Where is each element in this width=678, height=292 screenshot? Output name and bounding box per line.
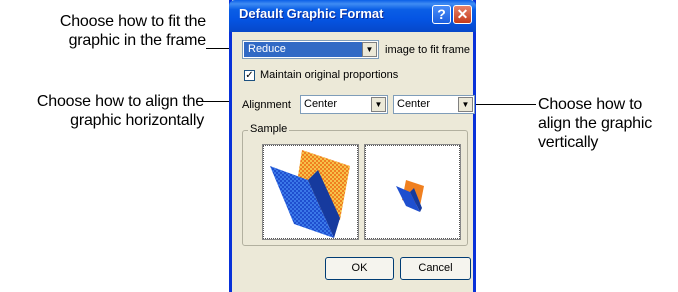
callout-vertical-line1: Choose how to	[538, 96, 643, 113]
checkmark-icon: ✓	[245, 70, 254, 81]
help-button[interactable]: ?	[432, 5, 451, 24]
maintain-proportions-checkbox[interactable]: ✓	[244, 70, 255, 81]
cancel-button[interactable]: Cancel	[400, 257, 471, 280]
fit-suffix-label: image to fit frame	[385, 44, 470, 56]
chevron-down-icon[interactable]: ▼	[458, 97, 473, 112]
callout-fit-line1: Choose how to fit the	[59, 13, 206, 30]
ok-button[interactable]: OK	[325, 257, 394, 280]
folder-large-icon	[270, 150, 350, 238]
callout-horizontal-line1: Choose how to align the	[36, 93, 204, 110]
callout-vertical: Choose how to align the graphic vertical…	[538, 95, 678, 152]
align-horizontal-value: Center	[304, 98, 338, 110]
close-button[interactable]: ✕	[453, 5, 472, 24]
align-vertical-select[interactable]: Center ▼	[393, 95, 475, 114]
dialog-title: Default Graphic Format	[239, 6, 384, 21]
sample-label: Sample	[248, 123, 290, 135]
maintain-proportions-label: Maintain original proportions	[260, 69, 399, 81]
align-horizontal-select[interactable]: Center ▼	[300, 95, 388, 114]
callout-vertical-line2: align the graphic	[538, 115, 653, 132]
callout-horizontal-line2: graphic horizontally	[70, 112, 204, 129]
folder-small-icon	[396, 180, 424, 212]
chevron-down-icon[interactable]: ▼	[362, 42, 377, 57]
sample-original	[262, 144, 359, 240]
leader-vertical	[472, 104, 536, 105]
alignment-label: Alignment	[242, 99, 291, 111]
fit-select-value: Reduce	[244, 42, 364, 57]
chevron-down-icon[interactable]: ▼	[371, 97, 386, 112]
fit-select[interactable]: Reduce ▼	[242, 40, 379, 59]
sample-result	[364, 144, 461, 240]
callout-fit: Choose how to fit the graphic in the fra…	[36, 12, 206, 50]
default-graphic-format-dialog: Default Graphic Format ? ✕ Reduce ▼ imag…	[229, 0, 476, 292]
align-vertical-value: Center	[397, 98, 431, 110]
callout-horizontal: Choose how to align the graphic horizont…	[0, 92, 204, 130]
callout-vertical-line3: vertically	[538, 134, 599, 151]
callout-fit-line2: graphic in the frame	[68, 32, 207, 49]
title-bar[interactable]: Default Graphic Format ? ✕	[229, 0, 476, 32]
